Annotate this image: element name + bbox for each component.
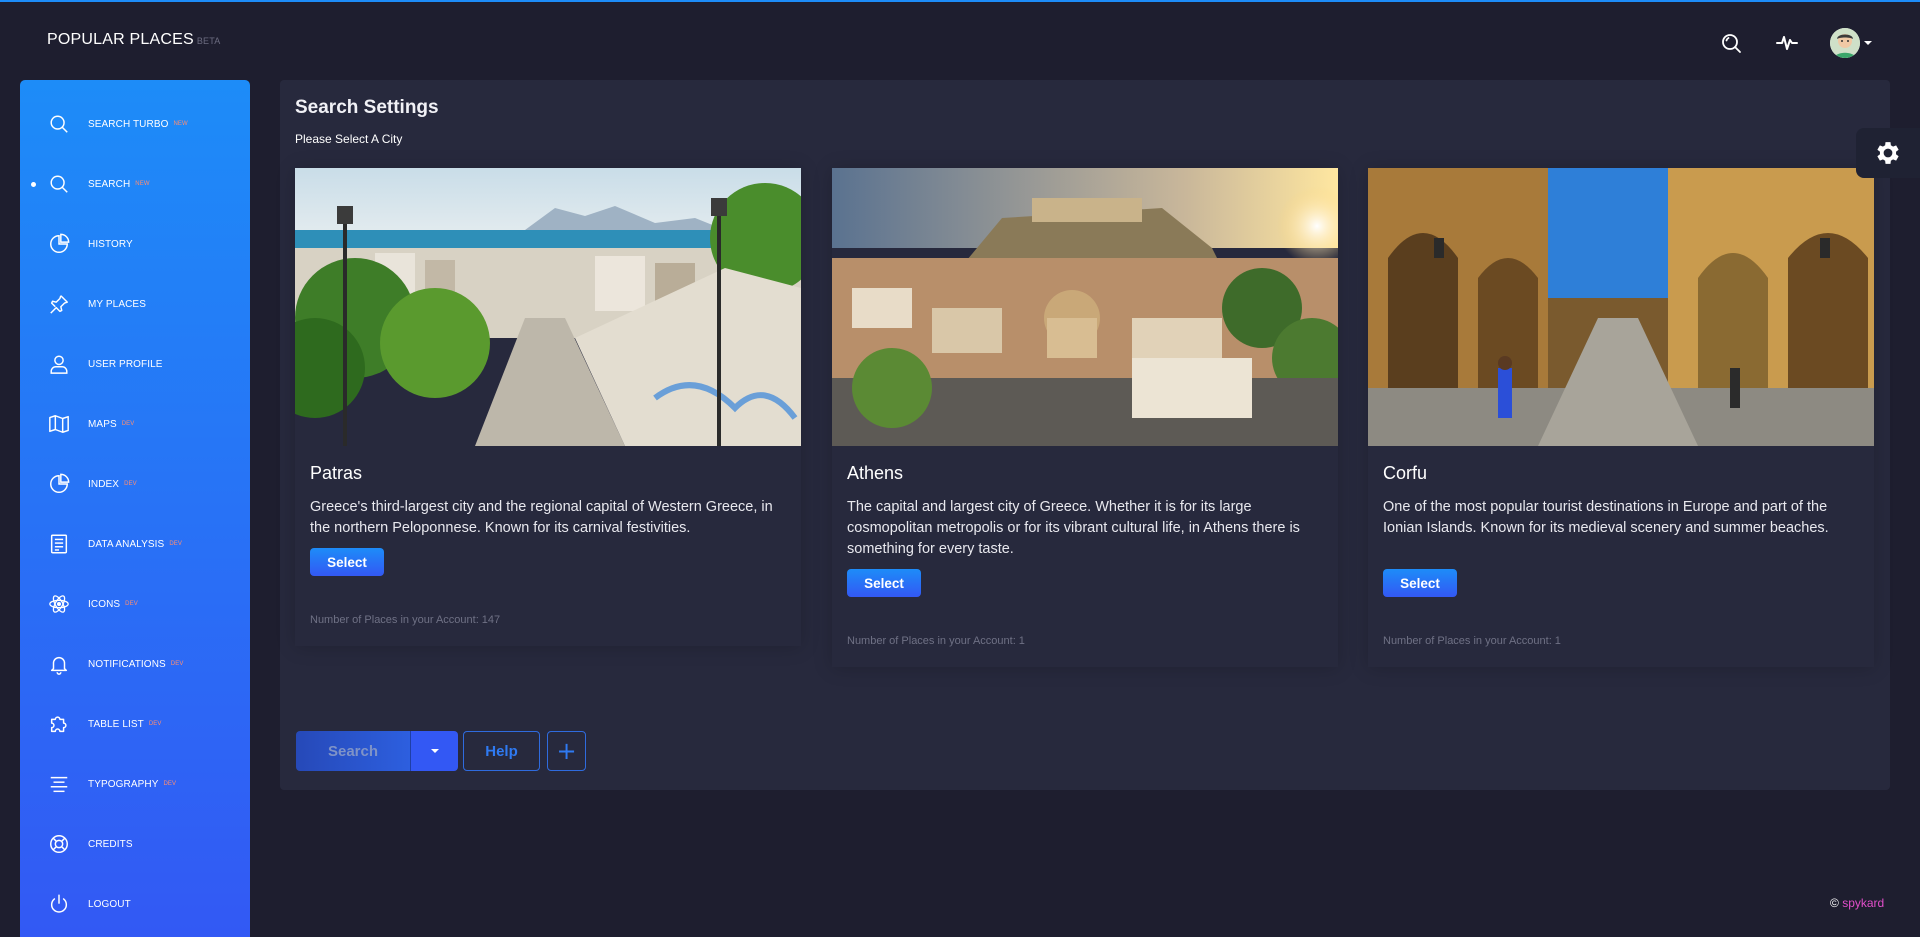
city-image-corfu <box>1368 168 1874 446</box>
sidebar-item-typography[interactable]: TYPOGRAPHY DEV <box>20 764 250 804</box>
city-description: Greece's third-largest city and the regi… <box>310 499 773 536</box>
document-icon <box>47 532 71 556</box>
dev-badge: DEV <box>125 600 138 607</box>
city-image-athens <box>832 168 1338 446</box>
sidebar-item-data-analysis[interactable]: DATA ANALYSIS DEV <box>20 524 250 564</box>
page-title: Search Settings <box>295 97 439 118</box>
dev-badge: DEV <box>163 780 177 787</box>
sidebar-item-label: CREDITS <box>88 838 133 850</box>
sidebar-item-label: MAPS <box>88 418 117 430</box>
dev-badge: DEV <box>169 540 182 547</box>
help-button[interactable]: Help <box>463 731 540 771</box>
city-card-athens: Athens The capital and largest city of G… <box>832 168 1338 667</box>
sidebar-item-label: LOGOUT <box>88 898 131 910</box>
sidebar-item-label: SEARCH <box>88 178 131 190</box>
chevron-down-icon <box>1864 41 1872 45</box>
new-badge: NEW <box>135 180 150 187</box>
avatar <box>1830 28 1860 58</box>
sidebar-item-label: USER PROFILE <box>88 358 163 370</box>
activity-button[interactable] <box>1774 30 1800 56</box>
add-button[interactable]: + <box>547 731 586 771</box>
bell-icon <box>47 652 71 676</box>
search-settings-card: Search Settings Please Select A City Pat… <box>280 80 1890 790</box>
lifebuoy-icon <box>47 832 71 856</box>
search-icon <box>1722 34 1741 53</box>
navbar-search-button[interactable] <box>1718 30 1744 56</box>
map-icon <box>47 412 71 436</box>
navbar-actions <box>1718 28 1872 58</box>
sidebar: SEARCH TURBO NEW SEARCH NEW HISTORY MY PLA… <box>20 80 250 937</box>
chart-pie-icon <box>47 232 71 256</box>
places-count: Number of Places in your Account: 147 <box>310 614 501 626</box>
copyright-symbol: © <box>1830 896 1839 910</box>
sidebar-item-credits[interactable]: CREDITS <box>20 824 250 864</box>
footer-brand-link[interactable]: spykard <box>1842 896 1884 910</box>
search-icon <box>47 172 71 196</box>
select-corfu-button[interactable]: Select <box>1383 569 1457 597</box>
sidebar-item-notifications[interactable]: NOTIFICATIONS DEV <box>20 644 250 684</box>
dev-badge: DEV <box>124 480 137 487</box>
dev-badge: DEV <box>170 660 184 667</box>
caret-down-icon <box>430 749 439 753</box>
pulse-icon <box>1776 36 1798 50</box>
user-icon <box>47 352 71 376</box>
sidebar-item-label: TYPOGRAPHY <box>88 778 159 790</box>
search-icon <box>47 112 71 136</box>
brand-title: POPULAR PLACES <box>47 31 194 48</box>
search-button[interactable]: Search <box>296 731 410 771</box>
beta-badge: BETA <box>196 36 221 46</box>
city-name: Patras <box>310 463 363 483</box>
sidebar-item-label: HISTORY <box>88 238 133 250</box>
sidebar-item-label: INDEX <box>88 478 120 490</box>
city-name: Corfu <box>1383 463 1428 483</box>
city-image-patras <box>295 168 801 446</box>
footer-credit: © spykard <box>1830 896 1884 910</box>
page-subtitle: Please Select A City <box>295 132 403 146</box>
city-card-corfu: Corfu One of the most popular tourist de… <box>1368 168 1874 667</box>
active-indicator <box>31 181 36 187</box>
city-name: Athens <box>847 463 904 483</box>
new-badge: NEW <box>173 120 188 127</box>
search-button-group: Search <box>296 731 458 771</box>
city-description: One of the most popular tourist destinat… <box>1383 499 1829 536</box>
select-athens-button[interactable]: Select <box>847 569 921 597</box>
sidebar-item-label: NOTIFICATIONS <box>88 658 166 670</box>
sidebar-item-label: ICONS <box>88 598 121 610</box>
sidebar-item-maps[interactable]: MAPS DEV <box>20 404 250 444</box>
sidebar-item-label: TABLE LIST <box>88 718 144 730</box>
pin-icon <box>47 292 71 316</box>
places-count: Number of Places in your Account: 1 <box>1383 635 1561 647</box>
dev-badge: DEV <box>121 420 135 427</box>
sidebar-item-icons[interactable]: ICONS DEV <box>20 584 250 624</box>
sidebar-item-table-list[interactable]: TABLE LIST DEV <box>20 704 250 744</box>
sidebar-item-label: DATA ANALYSIS <box>88 538 165 550</box>
places-count: Number of Places in your Account: 1 <box>847 635 1025 647</box>
sidebar-item-search-turbo[interactable]: SEARCH TURBO NEW <box>20 104 250 144</box>
sidebar-item-search[interactable]: SEARCH NEW <box>20 164 250 204</box>
user-menu[interactable] <box>1830 28 1872 58</box>
sidebar-item-label: MY PLACES <box>88 298 146 310</box>
atom-icon <box>47 592 71 616</box>
gear-icon <box>1877 142 1899 164</box>
sidebar-item-my-places[interactable]: MY PLACES <box>20 284 250 324</box>
sidebar-item-history[interactable]: HISTORY <box>20 224 250 264</box>
sidebar-item-index[interactable]: INDEX DEV <box>20 464 250 504</box>
sidebar-item-logout[interactable]: LOGOUT <box>20 884 250 924</box>
select-patras-button[interactable]: Select <box>310 548 384 576</box>
city-card-patras: Patras Greece's third-largest city and t… <box>295 168 801 646</box>
sidebar-item-label: SEARCH TURBO <box>88 118 169 130</box>
city-description: The capital and largest city of Greece. … <box>847 499 1300 557</box>
settings-toggle[interactable] <box>1856 128 1920 178</box>
puzzle-icon <box>47 712 71 736</box>
brand[interactable]: POPULAR PLACES BETA <box>47 31 221 49</box>
search-options-toggle[interactable] <box>410 731 458 771</box>
navbar: POPULAR PLACES BETA <box>0 2 1920 78</box>
align-center-icon <box>47 772 71 796</box>
chart-pie-icon <box>47 472 71 496</box>
sidebar-item-user-profile[interactable]: USER PROFILE <box>20 344 250 384</box>
dev-badge: DEV <box>148 720 162 727</box>
power-icon <box>47 892 71 916</box>
